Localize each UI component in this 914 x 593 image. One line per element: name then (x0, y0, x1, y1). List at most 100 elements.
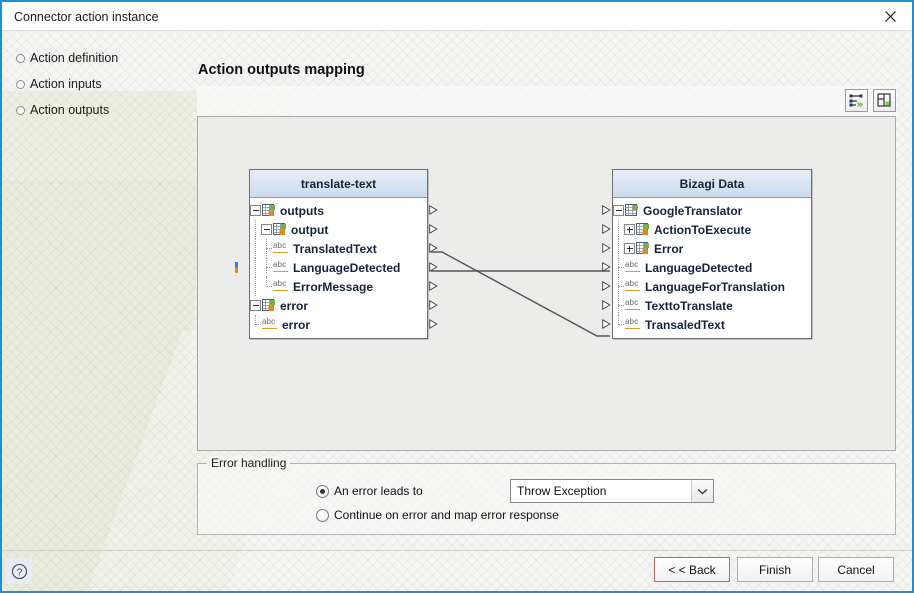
collapse-icon[interactable] (613, 205, 624, 216)
connection-port-left[interactable] (602, 243, 611, 253)
connection-port-left[interactable] (602, 205, 611, 215)
entity-icon (262, 299, 275, 311)
connection-port-right[interactable] (429, 300, 438, 310)
abc-icon: abc (273, 241, 289, 254)
sidebar-item-action-outputs[interactable]: Action outputs (2, 97, 192, 123)
sidebar-item-label: Action inputs (30, 77, 102, 91)
tree-row-error[interactable]: error (250, 296, 438, 315)
abc-icon: abc (625, 317, 641, 330)
tree-row-label: GoogleTranslator (643, 203, 743, 218)
sidebar-item-label: Action outputs (30, 103, 110, 117)
dialog-footer: ? < < Back Finish Cancel (2, 551, 912, 591)
tree-row-label: LanguageDetected (293, 260, 401, 275)
error-action-dropdown[interactable]: Throw Exception (510, 479, 714, 503)
entity-icon (625, 204, 638, 216)
radio-continue-on-error[interactable]: Continue on error and map error response (316, 508, 559, 522)
tree-row-output[interactable]: output (250, 220, 438, 239)
source-entity-box[interactable]: translate-text outputs output abc Translate… (235, 169, 438, 339)
target-entity-box[interactable]: Bizagi Data GoogleTranslator ActionToExec… (602, 169, 812, 339)
error-handling-legend: Error handling (207, 456, 291, 470)
tree-indent-guide (250, 258, 261, 277)
expand-icon[interactable] (624, 224, 635, 235)
tree-row-googletranslator[interactable]: GoogleTranslator (602, 201, 811, 220)
back-button[interactable]: < < Back (654, 557, 730, 582)
tree-row-error[interactable]: Error (602, 239, 811, 258)
cancel-button[interactable]: Cancel (818, 557, 894, 582)
connector-action-instance-dialog: Connector action instance Action definit… (0, 0, 914, 593)
connection-port-left[interactable] (602, 319, 611, 329)
bullet-icon (16, 80, 25, 89)
radio-indicator (316, 484, 329, 498)
window-title-bar: Connector action instance (2, 2, 912, 31)
abc-icon: abc (262, 317, 278, 330)
close-icon[interactable] (868, 2, 912, 30)
dialog-body: Action definition Action inputs Action o… (2, 31, 912, 591)
chevron-down-icon[interactable] (691, 480, 713, 502)
abc-icon: abc (625, 260, 641, 273)
tree-indent-guide (261, 258, 272, 277)
tree-row-label: error (282, 317, 311, 332)
connection-port-right[interactable] (429, 281, 438, 291)
connection-port-right[interactable] (429, 224, 438, 234)
connection-port-right[interactable] (429, 205, 438, 215)
svg-text:?: ? (16, 567, 22, 578)
tree-row-label: output (291, 222, 329, 237)
connection-port-right[interactable] (429, 262, 438, 272)
window-title: Connector action instance (14, 10, 159, 24)
connection-port-right[interactable] (429, 243, 438, 253)
sidebar-item-action-definition[interactable]: Action definition (2, 45, 192, 71)
tree-indent-guide (250, 220, 261, 239)
collapse-icon[interactable] (250, 300, 261, 311)
mapping-canvas[interactable]: translate-text outputs output abc Translate… (197, 116, 896, 451)
abc-icon: abc (273, 260, 289, 273)
tree-row-outputs[interactable]: outputs (250, 201, 438, 220)
tree-row-texttotranslate[interactable]: abc TexttoTranslate (602, 296, 811, 315)
source-entity-rows: outputs output abc TranslatedText abc Languag… (235, 198, 438, 338)
arrange-layout-icon[interactable] (873, 89, 896, 112)
tree-indent-guide (613, 220, 624, 239)
bullet-icon (16, 106, 25, 115)
connection-port-right[interactable] (429, 319, 438, 329)
connection-port-left[interactable] (602, 262, 611, 272)
collapse-icon[interactable] (261, 224, 272, 235)
connection-port-left[interactable] (602, 224, 611, 234)
tree-row-translatedtext[interactable]: abc TranslatedText (250, 239, 438, 258)
tree-row-error[interactable]: abc error (250, 315, 438, 334)
tree-indent-guide (613, 239, 624, 258)
abc-icon: abc (625, 279, 641, 292)
abc-icon: abc (273, 279, 289, 292)
tree-row-label: error (280, 298, 309, 313)
finish-button[interactable]: Finish (737, 557, 813, 582)
entity-icon (273, 223, 286, 235)
tree-row-label: ErrorMessage (293, 279, 374, 294)
tree-indent-guide (613, 277, 624, 296)
tree-row-languagedetected[interactable]: abc LanguageDetected (602, 258, 811, 277)
tree-row-errormessage[interactable]: abc ErrorMessage (250, 277, 438, 296)
help-icon[interactable]: ? (6, 558, 32, 584)
tree-row-languagedetected[interactable]: abc LanguageDetected (235, 258, 438, 277)
tree-row-transaledtext[interactable]: abc TransaledText (602, 315, 811, 334)
row-selection-marker (235, 262, 238, 273)
sidebar-item-label: Action definition (30, 51, 119, 65)
radio-an-error-leads-to[interactable]: An error leads to (316, 484, 423, 498)
connection-port-left[interactable] (602, 300, 611, 310)
tree-row-label: LanguageForTranslation (645, 279, 786, 294)
tree-row-label: TexttoTranslate (645, 298, 733, 313)
error-action-dropdown-value: Throw Exception (517, 484, 607, 498)
sidebar-item-action-inputs[interactable]: Action inputs (2, 71, 192, 97)
target-entity-rows: GoogleTranslator ActionToExecute Error abc L… (602, 198, 811, 338)
tree-row-actiontoexecute[interactable]: ActionToExecute (602, 220, 811, 239)
tree-row-label: TranslatedText (293, 241, 377, 256)
link-translatedtext-transaledtext (431, 251, 610, 337)
background-watermark-2 (2, 181, 207, 591)
auto-map-icon[interactable] (845, 89, 868, 112)
tree-row-languagefortranslation[interactable]: abc LanguageForTranslation (602, 277, 811, 296)
tree-row-label: LanguageDetected (645, 260, 753, 275)
tree-indent-guide (250, 239, 261, 258)
expand-icon[interactable] (624, 243, 635, 254)
connection-port-left[interactable] (602, 281, 611, 291)
tree-indent-guide (613, 296, 624, 315)
source-entity-title: translate-text (250, 170, 427, 198)
collapse-icon[interactable] (250, 205, 261, 216)
radio-indicator (316, 508, 329, 522)
